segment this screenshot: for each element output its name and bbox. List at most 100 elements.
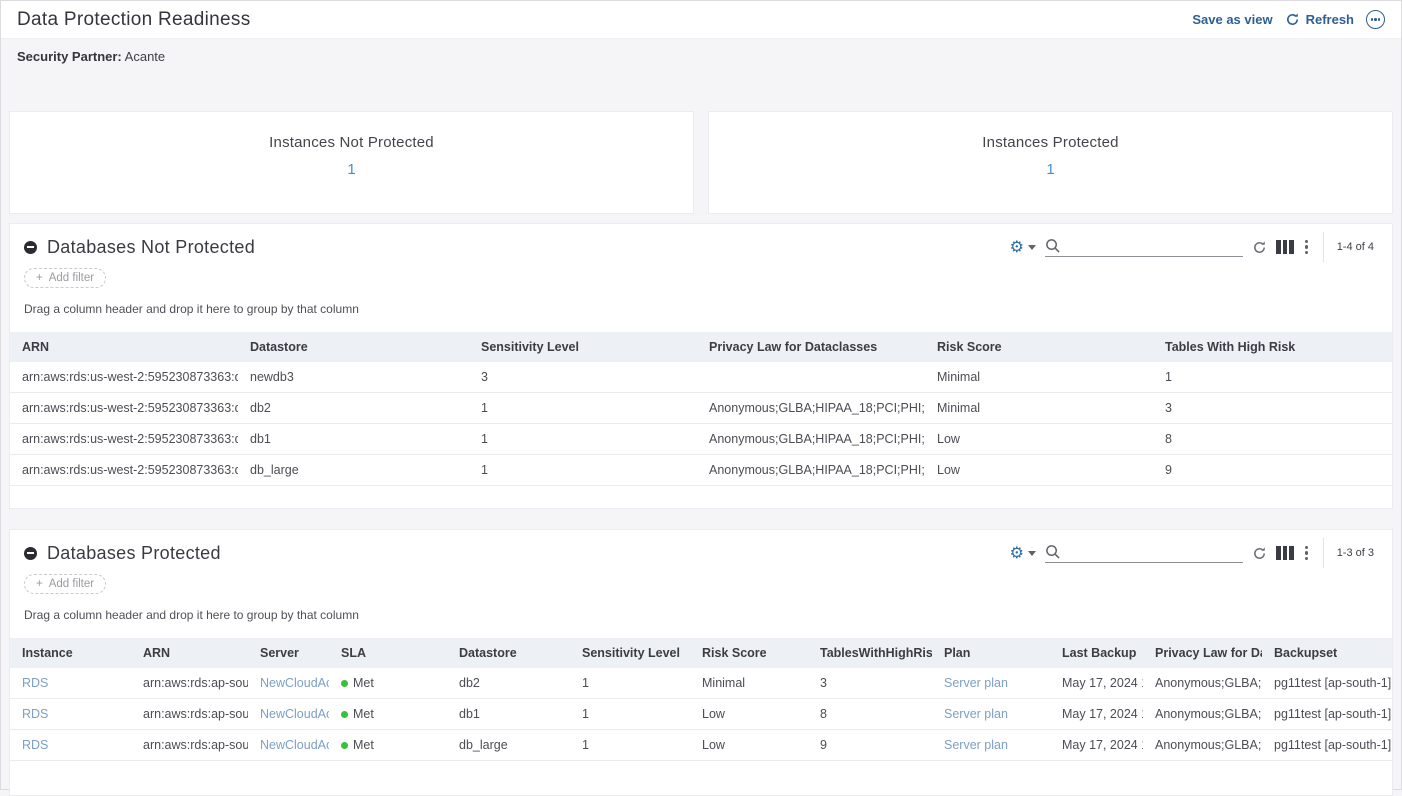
table-cell: pg11test [ap-south-1] [1262,668,1392,699]
column-header[interactable]: Tables With High Risk [1153,332,1392,362]
refresh-button[interactable]: Refresh [1285,12,1354,27]
refresh-icon [1285,12,1300,27]
table-cell: db2 [447,668,570,699]
table-cell: Minimal [925,393,1153,424]
column-header[interactable]: Last Backup [1050,638,1143,668]
table-cell: Low [925,424,1153,455]
plan-link[interactable]: Server plan [944,738,1008,752]
table-cell: Anonymous;GLBA;HIPAA_18;PCI;PHI;PII [697,424,925,455]
table-cell: Anonymous;GLBA;HIPAA [1143,730,1262,761]
page-header: Data Protection Readiness Save as view R… [1,1,1401,39]
table-cell: db2 [238,393,469,424]
collapse-section-icon[interactable] [24,241,37,254]
instance-link[interactable]: RDS [22,676,48,690]
stat-value[interactable]: 1 [347,161,355,178]
column-header[interactable]: Plan [932,638,1050,668]
table-cell: pg11test [ap-south-1] [1262,730,1392,761]
table-cell: RDS [10,699,131,730]
table-cell: Low [690,730,808,761]
instance-link[interactable]: RDS [22,707,48,721]
toolbar-divider [1323,538,1324,568]
server-link[interactable]: NewCloudAccou [260,676,329,690]
table-cell: pg11test [ap-south-1] [1262,699,1392,730]
stat-card-protected: Instances Protected 1 [708,111,1393,214]
save-as-view-link[interactable]: Save as view [1192,12,1272,27]
plan-link[interactable]: Server plan [944,707,1008,721]
column-header[interactable]: Instance [10,638,131,668]
column-header[interactable]: TablesWithHighRisk [808,638,932,668]
column-header[interactable]: Datastore [238,332,469,362]
sla-status-cell: Met [329,668,447,699]
plan-link[interactable]: Server plan [944,676,1008,690]
column-header[interactable]: Backupset [1262,638,1392,668]
table-cell: 9 [1153,455,1392,486]
column-header[interactable]: Privacy Law for Dataclasses [697,332,925,362]
table-cell: Anonymous;GLBA;HIPAA_18;PCI;PHI;PII [697,455,925,486]
status-dot-icon [341,711,348,718]
search-box [1045,237,1243,257]
table-row: arn:aws:rds:us-west-2:595230873363:db:da… [10,424,1392,455]
table-cell: arn:aws:rds:us-west-2:595230873363:db:da… [10,424,238,455]
status-dot-icon [341,680,348,687]
security-partner-value: Acante [125,49,165,64]
table-row: RDS arn:aws:rds:ap-south-1:6 NewCloudAccou… [10,699,1392,730]
more-options-icon[interactable] [1366,10,1385,29]
search-input[interactable] [1065,543,1243,559]
settings-gear-button[interactable]: ⚙ [1010,545,1036,561]
table-cell: arn:aws:rds:us-west-2:595230873363:db:da… [10,362,238,393]
table-refresh-button[interactable] [1252,240,1267,255]
column-header[interactable]: SLA [329,638,447,668]
table-cell: db_large [238,455,469,486]
table-cell: Server plan [932,699,1050,730]
table-cell [697,362,925,393]
section-header: Databases Not Protected ⚙ 1-4 of 4 [10,224,1392,264]
add-filter-button[interactable]: + Add filter [24,268,106,288]
column-header[interactable]: Risk Score [690,638,808,668]
server-link[interactable]: NewCloudAccou [260,738,329,752]
column-header[interactable]: Risk Score [925,332,1153,362]
table-cell: arn:aws:rds:ap-south-1:6 [131,699,248,730]
columns-icon[interactable] [1276,546,1294,560]
table-cell: Minimal [925,362,1153,393]
table-refresh-button[interactable] [1252,546,1267,561]
table-cell: Anonymous;GLBA;HIPAA_18;PCI;PHI;PII [697,393,925,424]
refresh-label: Refresh [1306,12,1354,27]
kebab-menu-icon[interactable] [1303,544,1310,563]
search-icon[interactable] [1045,544,1060,559]
table-cell: 3 [808,668,932,699]
sla-status-cell: Met [329,730,447,761]
table-cell: RDS [10,668,131,699]
table-cell: arn:aws:rds:ap-south-1:6 [131,668,248,699]
column-header[interactable]: Sensitivity Level [570,638,690,668]
column-header[interactable]: ARN [10,332,238,362]
instance-link[interactable]: RDS [22,738,48,752]
section-databases-not-protected: Databases Not Protected ⚙ 1-4 of 4 + Add… [9,223,1393,509]
stat-card-not-protected: Instances Not Protected 1 [9,111,694,214]
kebab-menu-icon[interactable] [1303,238,1310,257]
columns-icon[interactable] [1276,240,1294,254]
stat-value[interactable]: 1 [1046,161,1054,178]
page-title: Data Protection Readiness [17,9,251,31]
plus-icon: + [36,272,43,284]
column-header[interactable]: Privacy Law for Datacl [1143,638,1262,668]
table-header-row: InstanceARNServerSLADatastoreSensitivity… [10,638,1392,668]
column-header[interactable]: ARN [131,638,248,668]
search-input[interactable] [1065,237,1243,253]
section-title: Databases Protected [47,543,221,564]
column-header[interactable]: Server [248,638,329,668]
table-cell: NewCloudAccou [248,668,329,699]
table-cell: 1 [469,393,697,424]
search-icon[interactable] [1045,238,1060,253]
collapse-section-icon[interactable] [24,547,37,560]
table-cell: 8 [1153,424,1392,455]
settings-gear-button[interactable]: ⚙ [1010,239,1036,255]
toolbar-divider [1323,232,1324,262]
add-filter-button[interactable]: + Add filter [24,574,106,594]
column-header[interactable]: Datastore [447,638,570,668]
security-partner-label: Security Partner: [17,49,122,64]
table-row: arn:aws:rds:us-west-2:595230873363:db:da… [10,362,1392,393]
sla-status-cell: Met [329,699,447,730]
column-header[interactable]: Sensitivity Level [469,332,697,362]
server-link[interactable]: NewCloudAccou [260,707,329,721]
stat-cards: Instances Not Protected 1 Instances Prot… [9,111,1393,214]
